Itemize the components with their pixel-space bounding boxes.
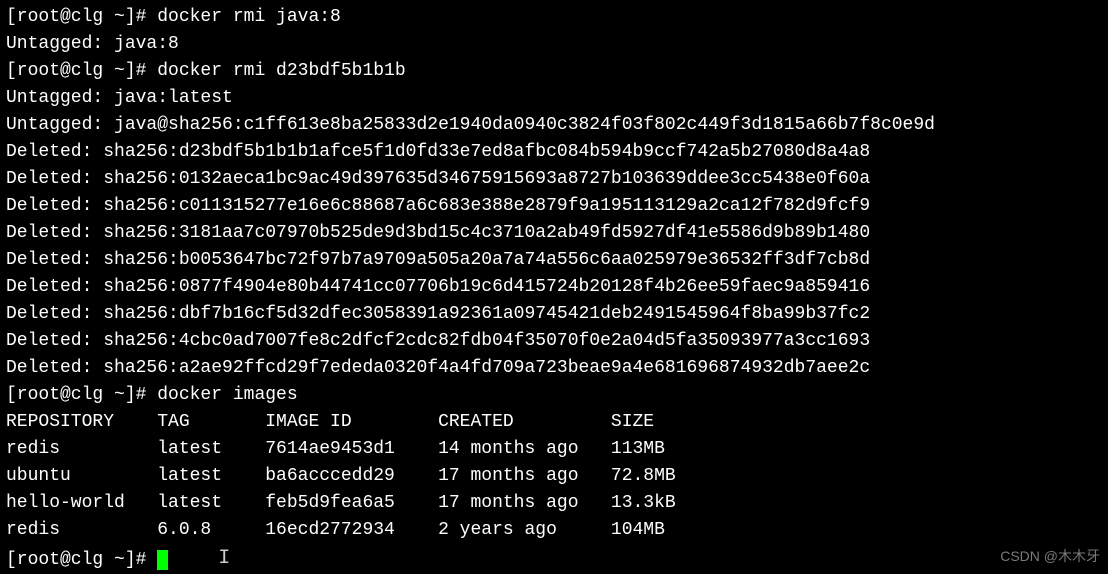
output-line: Deleted: sha256:a2ae92ffcd29f7ededa0320f… [6,355,1102,382]
output-line: Untagged: java:8 [6,31,1102,58]
text-caret-icon: I [218,544,230,574]
watermark: CSDN @木木牙 [1000,546,1100,567]
output-line: Untagged: java:latest [6,85,1102,112]
output-line: Untagged: java@sha256:c1ff613e8ba25833d2… [6,112,1102,139]
table-row: redis latest 7614ae9453d1 14 months ago … [6,436,1102,463]
output-line: Deleted: sha256:0132aeca1bc9ac49d397635d… [6,166,1102,193]
command-line: [root@clg ~]# docker images [6,382,1102,409]
table-row: hello-world latest feb5d9fea6a5 17 month… [6,490,1102,517]
table-row: ubuntu latest ba6acccedd29 17 months ago… [6,463,1102,490]
prompt-text: [root@clg ~]# [6,550,157,570]
output-line: Deleted: sha256:4cbc0ad7007fe8c2dfcf2cdc… [6,328,1102,355]
command-line: [root@clg ~]# docker rmi java:8 [6,4,1102,31]
output-line: Deleted: sha256:3181aa7c07970b525de9d3bd… [6,220,1102,247]
terminal-output[interactable]: [root@clg ~]# docker rmi java:8Untagged:… [6,4,1102,574]
output-line: Deleted: sha256:c011315277e16e6c88687a6c… [6,193,1102,220]
output-line: Deleted: sha256:dbf7b16cf5d32dfec3058391… [6,301,1102,328]
table-row: redis 6.0.8 16ecd2772934 2 years ago 104… [6,517,1102,544]
output-line: Deleted: sha256:0877f4904e80b44741cc0770… [6,274,1102,301]
prompt-line[interactable]: [root@clg ~]# I [6,544,1102,574]
command-line: [root@clg ~]# docker rmi d23bdf5b1b1b [6,58,1102,85]
output-line: Deleted: sha256:b0053647bc72f97b7a9709a5… [6,247,1102,274]
output-line: Deleted: sha256:d23bdf5b1b1b1afce5f1d0fd… [6,139,1102,166]
cursor-icon [157,550,168,570]
table-header: REPOSITORY TAG IMAGE ID CREATED SIZE [6,409,1102,436]
